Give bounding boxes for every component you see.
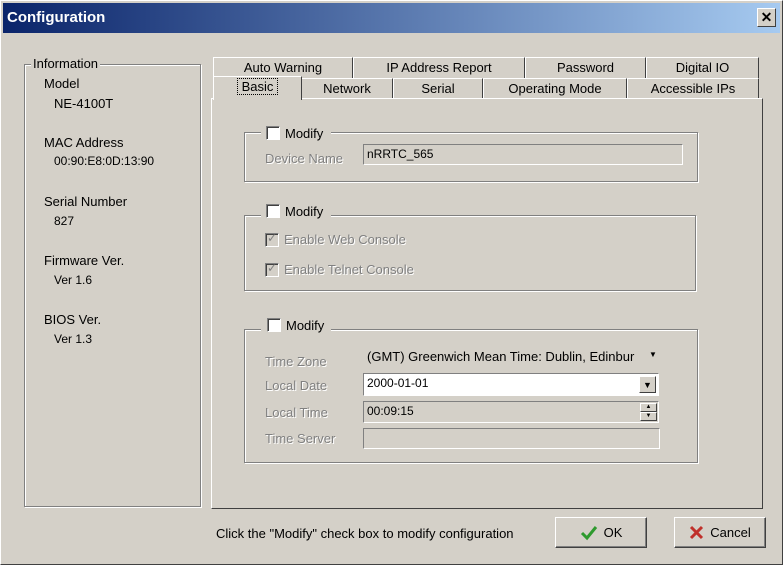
tab-label: Password (556, 60, 615, 75)
tab-password[interactable]: Password (525, 57, 646, 78)
modify-label: Modify (285, 204, 324, 219)
time-zone-label: Time Zone (265, 354, 327, 369)
tab-basic[interactable]: Basic (213, 76, 302, 100)
time-spin-up[interactable]: ▲ (640, 403, 657, 412)
model-label: Model (44, 76, 80, 91)
chevron-down-icon: ▼ (643, 379, 652, 390)
configuration-window: Configuration ✕ Information Model NE-410… (0, 0, 783, 565)
tab-label: Auto Warning (243, 60, 323, 75)
chevron-down-icon: ▼ (645, 413, 652, 419)
title-bar[interactable]: Configuration ✕ (3, 3, 780, 33)
information-legend: Information (31, 56, 101, 71)
mac-label: MAC Address (44, 135, 124, 150)
local-time-label: Local Time (265, 405, 328, 420)
tab-network[interactable]: Network (301, 78, 393, 99)
tab-auto-warning[interactable]: Auto Warning (213, 57, 353, 78)
time-spin-down[interactable]: ▼ (640, 412, 657, 421)
time-zone-select[interactable]: (GMT) Greenwich Mean Time: Dublin, Edinb… (367, 349, 639, 364)
serial-value: 827 (54, 214, 75, 228)
information-group (24, 64, 201, 507)
tab-label: Digital IO (675, 60, 730, 75)
modify-checkbox-console[interactable] (266, 204, 280, 218)
modify-checkbox-time[interactable] (267, 318, 281, 332)
cancel-button[interactable]: Cancel (674, 517, 766, 548)
local-date-field[interactable]: 2000-01-01 (363, 373, 659, 396)
tab-label: Serial (421, 81, 455, 96)
web-console-label: Enable Web Console (284, 232, 406, 247)
modify-label: Modify (286, 318, 325, 333)
hint-text: Click the "Modify" check box to modify c… (216, 526, 514, 541)
mac-value: 00:90:E8:0D:13:90 (54, 154, 155, 168)
model-value: NE-4100T (54, 96, 114, 111)
close-icon: ✕ (760, 9, 773, 25)
tab-label: IP Address Report (386, 60, 492, 75)
chevron-down-icon[interactable]: ▼ (649, 350, 657, 359)
web-console-checkbox[interactable] (265, 231, 279, 247)
firmware-label: Firmware Ver. (44, 253, 125, 268)
chevron-up-icon: ▲ (645, 404, 652, 410)
tab-serial[interactable]: Serial (393, 78, 483, 99)
cancel-label: Cancel (710, 525, 751, 540)
window-title: Configuration (7, 9, 106, 26)
serial-label: Serial Number (44, 194, 128, 209)
tab-label: Basic (236, 78, 279, 95)
close-button[interactable]: ✕ (757, 8, 776, 27)
date-dropdown-button[interactable]: ▼ (639, 376, 656, 393)
ok-label: OK (603, 525, 623, 540)
x-icon (690, 525, 704, 540)
ok-button[interactable]: OK (555, 517, 647, 548)
device-name-label: Device Name (265, 151, 344, 166)
modify-checkbox-device-name[interactable] (266, 126, 280, 140)
tab-digital-io[interactable]: Digital IO (646, 57, 759, 78)
tab-label: Network (323, 81, 371, 96)
local-date-label: Local Date (265, 378, 328, 393)
console-group (244, 215, 696, 291)
device-name-field[interactable]: nRRTC_565 (363, 144, 683, 165)
local-time-field[interactable]: 00:09:15 (363, 401, 659, 423)
check-icon (580, 525, 597, 540)
tab-accessible-ips[interactable]: Accessible IPs (627, 78, 759, 99)
tab-operating-mode[interactable]: Operating Mode (483, 78, 627, 99)
bios-label: BIOS Ver. (44, 312, 102, 327)
telnet-console-checkbox[interactable] (265, 261, 279, 277)
tab-label: Accessible IPs (650, 81, 736, 96)
telnet-console-label: Enable Telnet Console (284, 262, 414, 277)
modify-label: Modify (285, 126, 324, 141)
tab-label: Operating Mode (508, 81, 602, 96)
tab-ip-address-report[interactable]: IP Address Report (353, 57, 525, 78)
time-server-field[interactable] (363, 428, 660, 449)
firmware-value: Ver 1.6 (54, 273, 93, 287)
bios-value: Ver 1.3 (54, 332, 93, 346)
time-server-label: Time Server (265, 431, 336, 446)
